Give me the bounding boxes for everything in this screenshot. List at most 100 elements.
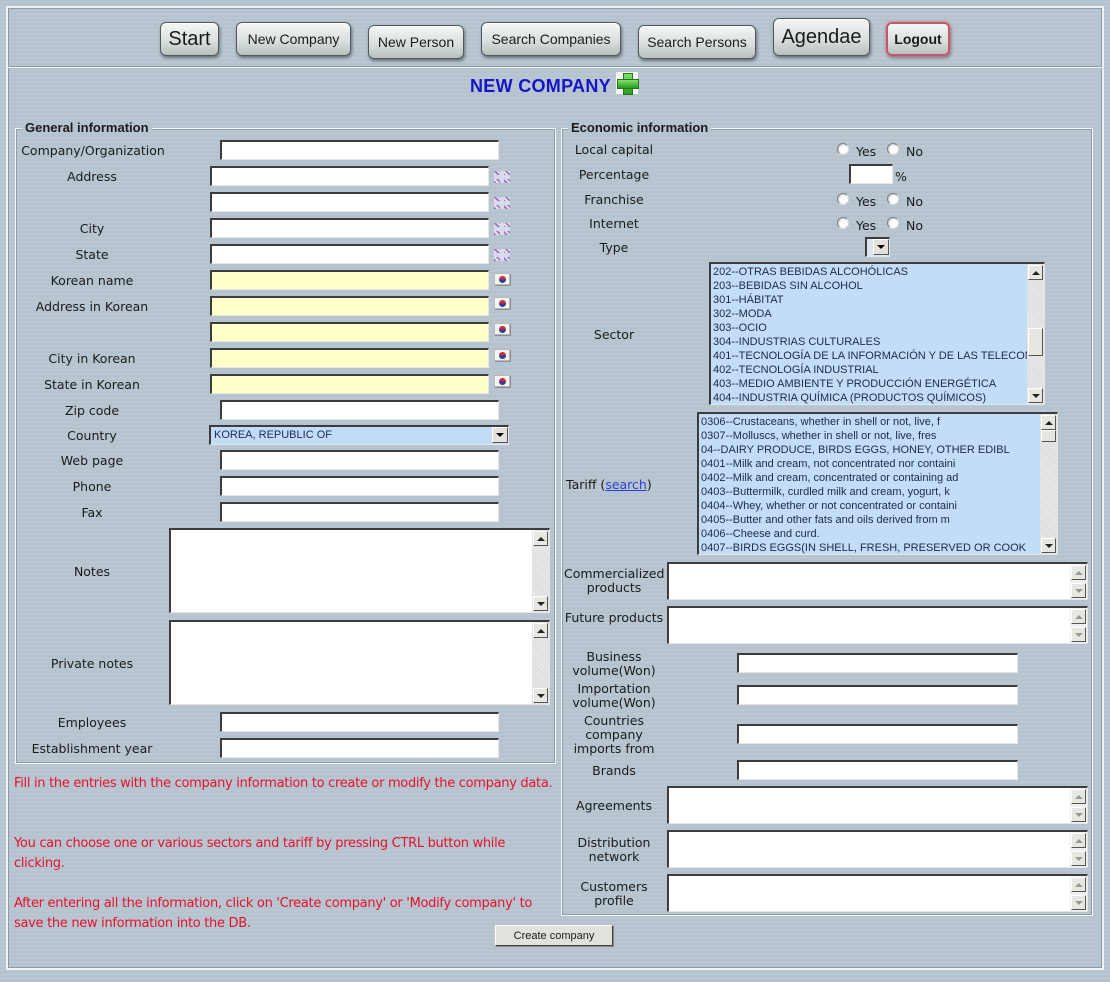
tariff-option[interactable]: 0402--Milk and cream, concentrated or co… bbox=[699, 471, 1057, 485]
korea-flag-icon[interactable] bbox=[494, 349, 510, 361]
address-line2-input[interactable] bbox=[210, 192, 489, 212]
scroll-down-icon[interactable] bbox=[533, 596, 548, 611]
korea-flag-icon[interactable] bbox=[494, 297, 510, 309]
phone-input[interactable] bbox=[220, 476, 499, 496]
importation-volume-input[interactable] bbox=[737, 685, 1018, 705]
scroll-down-icon[interactable] bbox=[533, 688, 548, 703]
tariff-option[interactable]: 0403--Buttermilk, curdled milk and cream… bbox=[699, 485, 1057, 499]
state-input[interactable] bbox=[210, 244, 489, 264]
scroll-up-icon[interactable] bbox=[533, 531, 548, 546]
brands-input[interactable] bbox=[737, 760, 1018, 780]
fax-input[interactable] bbox=[220, 502, 499, 522]
scroll-up-icon[interactable] bbox=[1028, 265, 1043, 280]
agreements-textarea[interactable] bbox=[667, 786, 1088, 824]
scroll-up-icon[interactable] bbox=[1071, 789, 1086, 804]
scroll-down-icon[interactable] bbox=[1071, 627, 1086, 642]
nav-start-button[interactable]: Start bbox=[160, 22, 219, 56]
employees-input[interactable] bbox=[220, 712, 499, 732]
nav-search-companies-button[interactable]: Search Companies bbox=[481, 22, 621, 56]
tariff-option[interactable]: 0406--Cheese and curd. bbox=[699, 527, 1057, 541]
sector-option[interactable]: 403--MEDIO AMBIENTE Y PRODUCCIÓN ENERGÉT… bbox=[711, 377, 1044, 391]
scroll-down-icon[interactable] bbox=[1071, 807, 1086, 822]
sector-option[interactable]: 203--BEBIDAS SIN ALCOHOL bbox=[711, 279, 1044, 293]
chevron-down-icon[interactable] bbox=[873, 239, 889, 255]
nav-new-person-button[interactable]: New Person bbox=[368, 25, 464, 59]
tariff-option[interactable]: 0306--Crustaceans, whether in shell or n… bbox=[699, 415, 1057, 429]
scroll-down-icon[interactable] bbox=[1071, 583, 1086, 598]
percentage-input[interactable] bbox=[849, 164, 893, 184]
scroll-down-icon[interactable] bbox=[1041, 538, 1056, 553]
scroll-down-icon[interactable] bbox=[1071, 895, 1086, 910]
tariff-option[interactable]: 04--DAIRY PRODUCE, BIRDS EGGS, HONEY, OT… bbox=[699, 443, 1057, 457]
customers-profile-scrollbar[interactable] bbox=[1070, 876, 1087, 911]
web-input[interactable] bbox=[220, 450, 499, 470]
distribution-network-scrollbar[interactable] bbox=[1070, 832, 1087, 867]
scroll-thumb[interactable] bbox=[1028, 328, 1043, 356]
scroll-up-icon[interactable] bbox=[533, 623, 548, 638]
sector-option[interactable]: 303--OCIO bbox=[711, 321, 1044, 335]
uk-flag-icon[interactable] bbox=[494, 171, 510, 183]
city-input[interactable] bbox=[210, 218, 489, 238]
korean-name-input[interactable] bbox=[210, 270, 489, 290]
type-select[interactable] bbox=[865, 237, 890, 257]
scroll-up-icon[interactable] bbox=[1071, 833, 1086, 848]
scroll-down-icon[interactable] bbox=[1071, 851, 1086, 866]
nav-agendae-button[interactable]: Agendae bbox=[773, 18, 870, 56]
address-korean-line1-input[interactable] bbox=[210, 296, 489, 316]
sector-listbox[interactable]: 202--OTRAS BEBIDAS ALCOHÓLICAS 203--BEBI… bbox=[709, 262, 1045, 405]
countries-imports-input[interactable] bbox=[737, 724, 1018, 744]
internet-no-radio[interactable] bbox=[887, 217, 899, 229]
nav-new-company-button[interactable]: New Company bbox=[236, 22, 351, 56]
internet-yes-radio[interactable] bbox=[837, 217, 849, 229]
agreements-scrollbar[interactable] bbox=[1070, 788, 1087, 823]
tariff-listbox[interactable]: 0306--Crustaceans, whether in shell or n… bbox=[697, 412, 1058, 555]
state-korean-input[interactable] bbox=[210, 374, 489, 394]
korea-flag-icon[interactable] bbox=[494, 375, 510, 387]
local-capital-no-radio[interactable] bbox=[887, 143, 899, 155]
scroll-thumb[interactable] bbox=[1041, 430, 1056, 442]
tariff-option[interactable]: 0307--Molluscs, whether in shell or not,… bbox=[699, 429, 1057, 443]
sector-scrollbar[interactable] bbox=[1027, 264, 1044, 404]
country-select[interactable]: KOREA, REPUBLIC OF bbox=[209, 425, 509, 445]
notes-scrollbar[interactable] bbox=[532, 530, 549, 612]
address-korean-line2-input[interactable] bbox=[210, 322, 489, 342]
future-products-textarea[interactable] bbox=[667, 606, 1088, 644]
uk-flag-icon[interactable] bbox=[494, 197, 510, 209]
scroll-down-icon[interactable] bbox=[1028, 388, 1043, 403]
sector-option[interactable]: 404--INDUSTRIA QUÍMICA (PRODUCTOS QUÍMIC… bbox=[711, 391, 1044, 404]
tariff-option[interactable]: 0405--Butter and other fats and oils der… bbox=[699, 513, 1057, 527]
scroll-up-icon[interactable] bbox=[1041, 415, 1056, 430]
create-company-button[interactable]: Create company bbox=[495, 925, 613, 946]
sector-option[interactable]: 304--INDUSTRIAS CULTURALES bbox=[711, 335, 1044, 349]
scroll-up-icon[interactable] bbox=[1071, 565, 1086, 580]
franchise-yes-radio[interactable] bbox=[837, 193, 849, 205]
tariff-scrollbar[interactable] bbox=[1040, 414, 1057, 554]
korea-flag-icon[interactable] bbox=[494, 273, 510, 285]
sector-option[interactable]: 402--TECNOLOGÍA INDUSTRIAL bbox=[711, 363, 1044, 377]
tariff-option[interactable]: 0401--Milk and cream, not concentrated n… bbox=[699, 457, 1057, 471]
address-line1-input[interactable] bbox=[210, 166, 489, 186]
tariff-option[interactable]: 0404--Whey, whether or not concentrated … bbox=[699, 499, 1057, 513]
distribution-network-textarea[interactable] bbox=[667, 830, 1088, 868]
sector-option[interactable]: 401--TECNOLOGÍA DE LA INFORMACIÓN Y DE L… bbox=[711, 349, 1044, 363]
private-notes-scrollbar[interactable] bbox=[532, 622, 549, 704]
nav-logout-button[interactable]: Logout bbox=[886, 22, 950, 56]
nav-search-persons-button[interactable]: Search Persons bbox=[638, 25, 756, 59]
local-capital-yes-radio[interactable] bbox=[837, 143, 849, 155]
korea-flag-icon[interactable] bbox=[494, 323, 510, 335]
business-volume-input[interactable] bbox=[737, 653, 1018, 673]
notes-textarea[interactable] bbox=[169, 528, 550, 613]
commercialized-products-scrollbar[interactable] bbox=[1070, 564, 1087, 599]
customers-profile-textarea[interactable] bbox=[667, 874, 1088, 912]
scroll-up-icon[interactable] bbox=[1071, 609, 1086, 624]
sector-option[interactable]: 202--OTRAS BEBIDAS ALCOHÓLICAS bbox=[711, 265, 1044, 279]
commercialized-products-textarea[interactable] bbox=[667, 562, 1088, 600]
sector-option[interactable]: 301--HÁBITAT bbox=[711, 293, 1044, 307]
chevron-down-icon[interactable] bbox=[492, 427, 508, 443]
scroll-up-icon[interactable] bbox=[1071, 877, 1086, 892]
zip-input[interactable] bbox=[220, 400, 499, 420]
private-notes-textarea[interactable] bbox=[169, 620, 550, 705]
tariff-option[interactable]: 0407--BIRDS EGGS(IN SHELL, FRESH, PRESER… bbox=[699, 541, 1057, 554]
establishment-year-input[interactable] bbox=[220, 738, 499, 758]
franchise-no-radio[interactable] bbox=[887, 193, 899, 205]
